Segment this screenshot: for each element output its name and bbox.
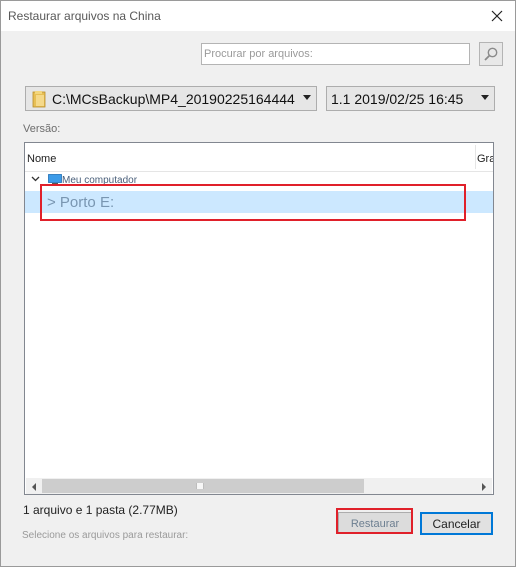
tree-node-label: Meu computador bbox=[62, 175, 138, 186]
selection-summary: 1 arquivo e 1 pasta (2.77MB) bbox=[23, 503, 178, 517]
tree-node-computer[interactable]: Meu computador bbox=[25, 172, 493, 188]
chevron-down-icon bbox=[303, 95, 311, 100]
restore-button[interactable]: Restaurar bbox=[338, 512, 412, 534]
close-icon bbox=[491, 10, 503, 22]
tree-node-label: > Porto E: bbox=[47, 194, 115, 211]
cancel-button[interactable]: Cancelar bbox=[420, 512, 493, 535]
backup-path-value: C:\MCsBackup\MP4_20190225164444 bbox=[52, 90, 295, 107]
search-icon bbox=[484, 47, 498, 61]
version-value: 1.1 2019/02/25 16:45 bbox=[331, 90, 464, 107]
search-button[interactable] bbox=[479, 42, 503, 66]
version-dropdown[interactable]: 1.1 2019/02/25 16:45 bbox=[326, 86, 495, 111]
restore-dialog: Restaurar arquivos na China C:\MCsBackup… bbox=[0, 0, 516, 567]
tree-node-drive[interactable]: > Porto E: bbox=[25, 191, 493, 213]
close-button[interactable] bbox=[479, 1, 515, 31]
title-bar: Restaurar arquivos na China bbox=[1, 1, 515, 31]
version-label: Versão: bbox=[23, 123, 61, 135]
backup-path-dropdown[interactable]: C:\MCsBackup\MP4_20190225164444 bbox=[25, 86, 317, 111]
chevron-down-icon bbox=[481, 95, 489, 100]
scroll-left-icon[interactable] bbox=[32, 483, 36, 491]
file-tree[interactable]: Nome Grande Meu computador > Porto E: bbox=[24, 142, 494, 495]
column-name[interactable]: Nome bbox=[27, 153, 56, 165]
scroll-right-icon[interactable] bbox=[482, 483, 486, 491]
grip-icon bbox=[196, 483, 204, 489]
restore-hint: Selecione os arquivos para restaurar: bbox=[22, 530, 189, 541]
tree-column-header: Nome Grande bbox=[25, 143, 493, 172]
search-field[interactable] bbox=[201, 43, 470, 65]
window-title: Restaurar arquivos na China bbox=[8, 9, 161, 23]
search-input[interactable] bbox=[202, 44, 469, 64]
chevron-down-icon[interactable] bbox=[31, 176, 40, 182]
column-divider[interactable] bbox=[475, 145, 476, 169]
scrollbar-thumb[interactable] bbox=[42, 479, 364, 493]
computer-icon bbox=[48, 174, 62, 185]
column-size[interactable]: Grande bbox=[477, 153, 493, 165]
horizontal-scrollbar[interactable] bbox=[26, 478, 492, 494]
dialog-content: C:\MCsBackup\MP4_20190225164444 1.1 2019… bbox=[14, 31, 504, 568]
folder-icon bbox=[32, 90, 46, 107]
